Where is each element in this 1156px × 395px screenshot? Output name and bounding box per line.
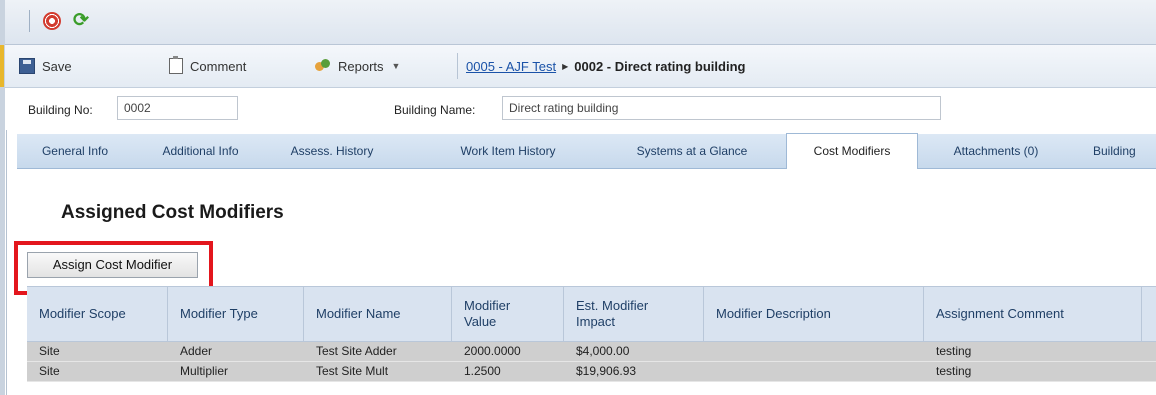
column-header-modifier-value[interactable]: Modifier Value <box>452 287 564 341</box>
reports-dropdown[interactable]: Reports ▼ <box>315 45 400 87</box>
tab-attachments[interactable]: Attachments (0) <box>930 134 1062 168</box>
save-icon <box>19 58 35 74</box>
chevron-down-icon: ▼ <box>391 61 401 71</box>
tab-general-info[interactable]: General Info <box>17 134 133 168</box>
target-icon[interactable] <box>43 12 61 30</box>
tab-work-item-history[interactable]: Work Item History <box>439 134 577 168</box>
cell-description <box>704 362 716 381</box>
cell-type: Multiplier <box>180 364 229 378</box>
topbar-separator <box>29 10 30 32</box>
table-row[interactable]: Site Multiplier Test Site Mult 1.2500 $1… <box>27 362 1156 382</box>
section-title: Assigned Cost Modifiers <box>61 202 284 223</box>
assign-cost-modifier-button[interactable]: Assign Cost Modifier <box>27 252 198 278</box>
cell-scope: Site <box>39 344 60 358</box>
reports-label: Reports <box>338 58 384 74</box>
tab-cost-modifiers[interactable]: Cost Modifiers <box>786 133 918 170</box>
cell-scope: Site <box>39 364 60 378</box>
building-name-label: Building Name: <box>394 103 476 117</box>
building-no-label: Building No: <box>28 103 93 117</box>
table-row[interactable]: Site Adder Test Site Adder 2000.0000 $4,… <box>27 342 1156 362</box>
building-fields: Building No: 0002 Building Name: Direct … <box>5 88 1156 130</box>
column-header-modifier-type[interactable]: Modifier Type <box>168 287 304 341</box>
cell-type: Adder <box>180 344 213 358</box>
cell-value: 2000.0000 <box>464 344 521 358</box>
save-label: Save <box>42 58 72 74</box>
reports-icon <box>315 59 331 73</box>
cell-comment: testing <box>936 364 972 378</box>
tab-systems-at-a-glance[interactable]: Systems at a Glance <box>602 134 782 168</box>
grid-header: Modifier Scope Modifier Type Modifier Na… <box>27 286 1156 342</box>
tab-additional-info[interactable]: Additional Info <box>143 134 258 168</box>
action-toolbar: Save Comment Reports ▼ 0005 - AJF Test ▶… <box>5 45 1156 88</box>
save-button[interactable]: Save <box>19 45 72 87</box>
cell-name: Test Site Mult <box>316 364 389 378</box>
building-name-input[interactable]: Direct rating building <box>502 96 941 120</box>
column-header-modifier-name[interactable]: Modifier Name <box>304 287 452 341</box>
sync-icon[interactable]: ⟳ <box>72 11 90 30</box>
tab-building[interactable]: Building <box>1079 134 1156 168</box>
breadcrumb-arrow-icon: ▶ <box>562 61 569 71</box>
cell-value: 1.2500 <box>464 364 501 378</box>
column-header-assignment-comment[interactable]: Assignment Comment <box>924 287 1142 341</box>
breadcrumb-current: 0002 - Direct rating building <box>574 58 746 74</box>
panel-left-border <box>6 88 7 395</box>
toolbar-separator <box>457 53 458 79</box>
cell-description <box>704 342 716 361</box>
breadcrumb-link[interactable]: 0005 - AJF Test <box>466 59 556 74</box>
toolbar-accent-edge <box>0 45 4 87</box>
tab-assess-history[interactable]: Assess. History <box>267 134 397 168</box>
cell-impact: $4,000.00 <box>576 344 630 358</box>
top-icon-bar: ⟳ <box>5 0 1156 45</box>
cell-name: Test Site Adder <box>316 344 397 358</box>
cell-impact: $19,906.93 <box>576 364 637 378</box>
clipboard-icon <box>169 56 183 74</box>
building-no-input[interactable]: 0002 <box>117 96 238 120</box>
breadcrumb: 0005 - AJF Test ▶ 0002 - Direct rating b… <box>466 45 745 87</box>
comment-button[interactable]: Comment <box>169 45 246 87</box>
column-header-modifier-description[interactable]: Modifier Description <box>704 287 924 341</box>
cell-comment: testing <box>936 344 972 358</box>
column-header-modifier-scope[interactable]: Modifier Scope <box>27 287 168 341</box>
comment-label: Comment <box>190 58 247 74</box>
tab-bar: General Info Additional Info Assess. His… <box>17 133 1156 170</box>
column-header-est-modifier-impact[interactable]: Est. Modifier Impact <box>564 287 704 341</box>
